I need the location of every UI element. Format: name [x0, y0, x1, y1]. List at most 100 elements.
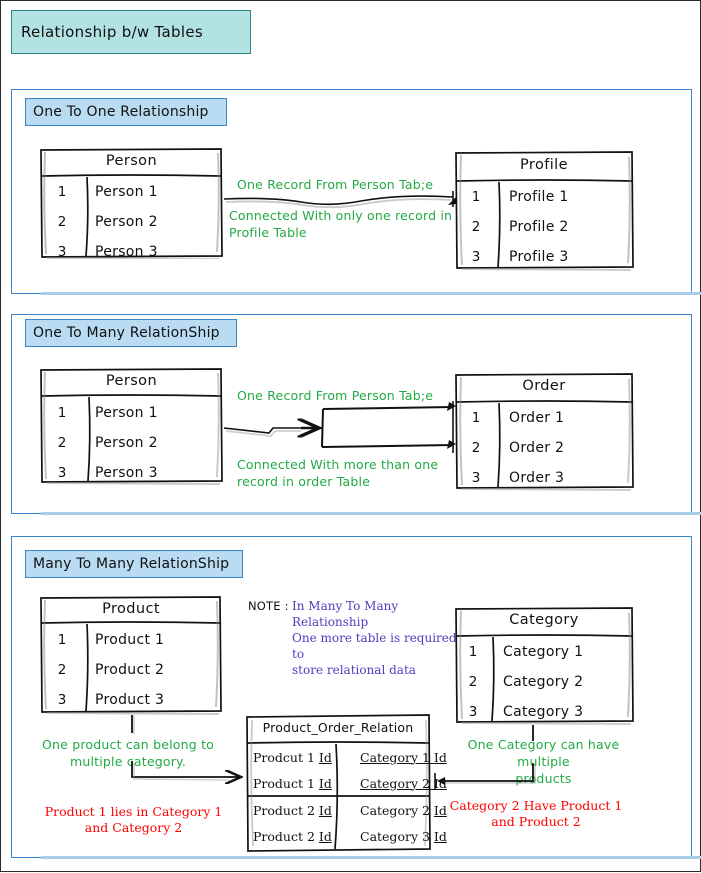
section-one-to-one-shadow [41, 292, 701, 295]
table-category-header-text: Category [509, 612, 579, 628]
section-label-one-to-many: One To Many RelationShip [25, 319, 237, 347]
row-id: 3 [468, 704, 478, 720]
row-id: 2 [57, 662, 67, 678]
junction-cell-left-id: Id [318, 749, 332, 765]
junction-cell-right-text: Category 3 [360, 828, 434, 844]
table-product-order-relation: Product_Order_Relation Prodcut 1 Id Cate… [244, 713, 447, 853]
table-order-header: Order [453, 371, 635, 401]
junction-cell-right-id: Id [433, 828, 447, 844]
table-category-rows: 1 Category 1 2 Category 2 3 Category 3 [453, 637, 635, 727]
table-row: 2 Product 2 [39, 655, 223, 685]
row-value: Profile 3 [509, 249, 569, 265]
row-id: 3 [57, 692, 67, 708]
row-value: Person 3 [95, 244, 158, 260]
row-value: Order 3 [509, 470, 565, 486]
table-product-header-text: Product [102, 601, 160, 617]
page-title: Relationship b/w Tables [11, 10, 251, 54]
row-value: Product 3 [95, 692, 165, 708]
row-value: Profile 2 [509, 219, 569, 235]
row-value: Category 2 [503, 674, 584, 690]
junction-row: Product 1 Id Category 2 Id [244, 770, 447, 796]
junction-cell-right: Category 1 Id [360, 749, 447, 765]
table-row: 1 Product 1 [39, 625, 223, 655]
section-many-to-many-shadow [41, 856, 701, 859]
row-value: Order 2 [509, 440, 565, 456]
annotation-many-left-green: One product can belong to multiple categ… [41, 737, 215, 769]
table-row: 3 Category 3 [453, 697, 635, 727]
junction-cell-left: Product 1 Id [244, 776, 348, 791]
table-person-1-header-text: Person [105, 153, 158, 169]
table-profile-header-text: Profile [520, 156, 568, 173]
row-id: 1 [57, 405, 67, 421]
table-row: 2 Category 2 [453, 667, 635, 697]
junction-cell-left: Product 2 Id [244, 829, 348, 844]
row-id: 1 [471, 410, 481, 426]
table-category-header: Category [453, 605, 635, 635]
note-label: NOTE : [248, 599, 289, 613]
row-id: 3 [471, 249, 481, 265]
junction-cell-left-text: Product 1 [253, 775, 319, 791]
table-row: 3 Profile 3 [453, 242, 635, 272]
row-value: Profile 1 [509, 189, 569, 205]
table-row: 2 Order 2 [453, 433, 635, 463]
table-row: 2 Profile 2 [453, 212, 635, 242]
page-title-text: Relationship b/w Tables [21, 23, 203, 41]
table-row: 1 Person 1 [39, 398, 224, 428]
table-person-2-header: Person [39, 367, 224, 395]
table-profile: Profile 1 Profile 1 2 Profile 2 3 Profil… [453, 149, 635, 271]
junction-cell-left-text: Product 2 [253, 828, 319, 844]
table-row: 1 Person 1 [39, 177, 224, 207]
table-product-header: Product [39, 595, 223, 623]
row-value: Person 2 [95, 214, 158, 230]
table-product-rows: 1 Product 1 2 Product 2 3 Product 3 [39, 625, 223, 715]
annotation-one-to-one-bottom: Connected With only one record in Profil… [229, 208, 453, 240]
table-person-2-rows: 1 Person 1 2 Person 2 3 Person 3 [39, 398, 224, 488]
annotation-many-right-green: One Category can have multiple products [467, 737, 620, 786]
row-id: 3 [57, 244, 67, 260]
junction-cell-right: Category 2 Id [348, 803, 455, 818]
table-order-header-text: Order [522, 378, 566, 394]
table-person-2: Person 1 Person 1 2 Person 2 3 Person 3 [39, 367, 224, 485]
row-id: 1 [57, 632, 67, 648]
table-person-1-header: Person [39, 147, 224, 175]
junction-cell-left-id: Id [318, 802, 332, 818]
section-label-many-to-many-text: Many To Many RelationShip [33, 556, 230, 572]
table-profile-header: Profile [453, 149, 635, 180]
section-one-to-many-shadow [41, 512, 701, 515]
row-id: 2 [471, 219, 481, 235]
annotation-one-to-one-top: One Record From Person Tab;e [237, 177, 434, 192]
row-value: Person 1 [95, 184, 158, 200]
row-id: 2 [57, 435, 67, 451]
junction-cell-left-text: Product 2 [253, 802, 319, 818]
table-person-1: Person 1 Person 1 2 Person 2 3 Person 3 [39, 147, 224, 260]
annotation-many-left-red: Product 1 lies in Category 1 and Categor… [44, 804, 223, 835]
table-person-2-header-text: Person [105, 373, 158, 389]
junction-cell-left-id: Id [318, 828, 332, 844]
table-row: 3 Product 3 [39, 685, 223, 715]
table-row: 3 Person 3 [39, 458, 224, 488]
table-row: 3 Person 3 [39, 237, 224, 267]
table-product: Product 1 Product 1 2 Product 2 3 Produc… [39, 595, 223, 715]
row-value: Person 2 [95, 435, 158, 451]
junction-cell-left-text: Prodcut 1 [253, 749, 319, 765]
table-order: Order 1 Order 1 2 Order 2 3 Order 3 [453, 371, 635, 491]
junction-cell-left: Product 2 Id [244, 803, 348, 818]
annotation-many-right-red: Category 2 Have Product 1 and Product 2 [449, 798, 623, 829]
annotation-one-to-many-top: One Record From Person Tab;e [237, 388, 434, 403]
table-row: 1 Category 1 [453, 637, 635, 667]
row-value: Person 1 [95, 405, 158, 421]
junction-row: Product 2 Id Category 2 Id [244, 797, 447, 823]
section-label-one-to-many-text: One To Many RelationShip [33, 325, 220, 341]
row-value: Product 1 [95, 632, 165, 648]
table-row: 2 Person 2 [39, 207, 224, 237]
junction-row: Product 2 Id Category 3 Id [244, 823, 447, 849]
junction-cell-right: Category 3 Id [348, 829, 455, 844]
diagram-page: Relationship b/w Tables One To One Relat… [0, 0, 701, 872]
row-value: Category 3 [503, 704, 584, 720]
annotation-one-to-many-bottom: Connected With more than one record in o… [237, 457, 439, 489]
junction-cell-left-id: Id [318, 775, 332, 791]
table-order-rows: 1 Order 1 2 Order 2 3 Order 3 [453, 403, 635, 493]
row-id: 1 [57, 184, 67, 200]
table-product-order-relation-header-text: Product_Order_Relation [262, 720, 414, 735]
table-row: 1 Profile 1 [453, 182, 635, 212]
